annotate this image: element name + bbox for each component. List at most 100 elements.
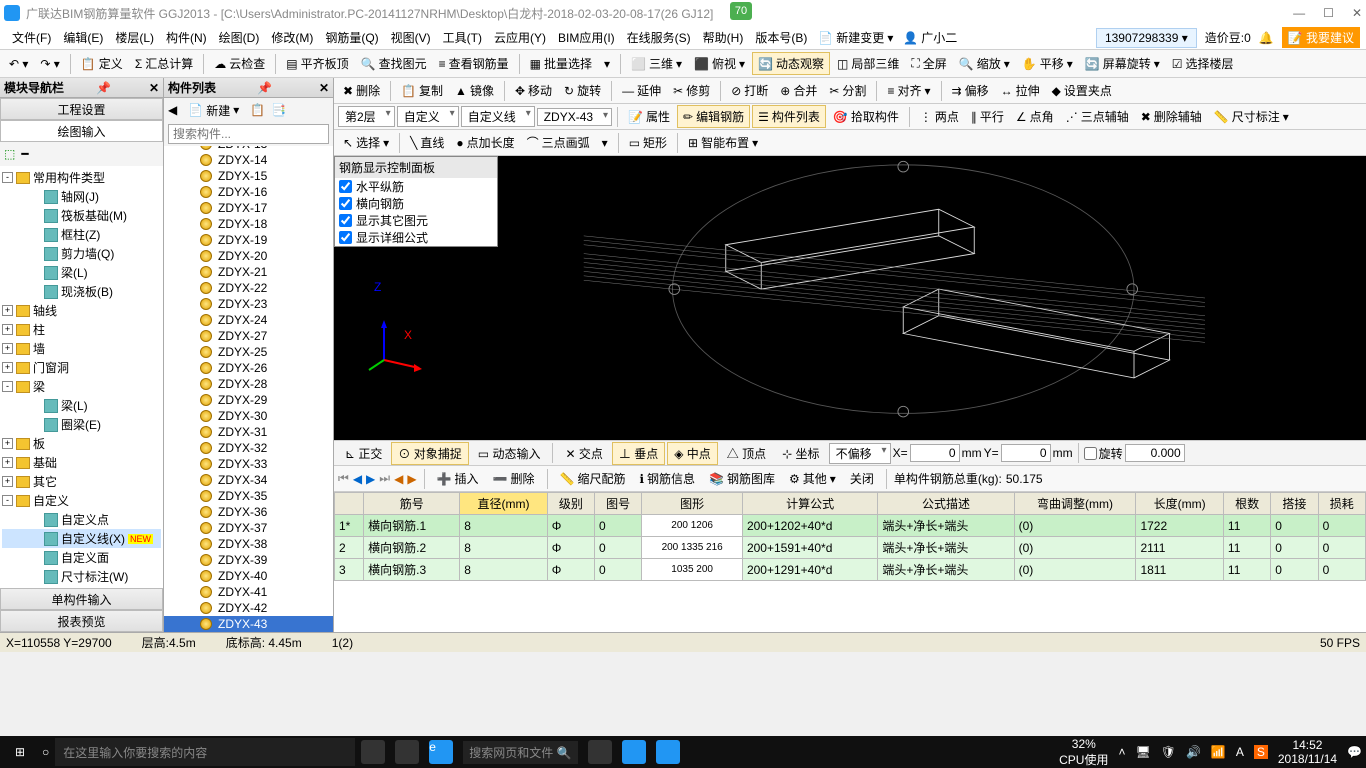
undo-button[interactable]: ↶ ▾ [4,55,33,73]
component-item[interactable]: ZDYX-26 [164,360,333,376]
osnap-toggle[interactable]: ⊙ 对象捕捉 [391,442,468,465]
x-offset-input[interactable] [910,444,960,462]
table-header[interactable]: 筋号 [364,493,460,515]
extend-button[interactable]: — 延伸 [617,80,666,101]
tray-ime-s[interactable]: S [1254,745,1268,759]
split-button[interactable]: ✂ 分割 [824,80,871,101]
tree-item[interactable]: 轴网(J) [2,187,161,206]
grip-button[interactable]: ◆ 设置夹点 [1047,80,1117,101]
menu-item[interactable]: 构件(N) [160,29,213,46]
select-button[interactable]: ↖ 选择 ▾ [338,132,394,153]
taskbar-app-4[interactable] [588,740,612,764]
mid-snap[interactable]: ◈ 中点 [667,442,718,465]
more-draw[interactable]: ▾ [597,134,613,152]
tray-up-icon[interactable]: ˄ [1118,745,1125,759]
tree-item[interactable]: 自定义线(X)NEW [2,529,161,548]
rebar-lib-button[interactable]: 📚 钢筋图库 [704,468,780,489]
floor-dropdown[interactable]: 第2层 [338,106,395,127]
table-header[interactable]: 计算公式 [742,493,877,515]
menu-item[interactable]: 视图(V) [385,29,437,46]
coord-snap[interactable]: ⊹ 坐标 [775,442,826,465]
component-item[interactable]: ZDYX-28 [164,376,333,392]
table-header[interactable]: 弯曲调整(mm) [1014,493,1136,515]
nav-tool-1[interactable]: ⬚ [4,147,15,161]
tray-shield-icon[interactable]: 🛡 [1161,745,1176,759]
component-item[interactable]: ZDYX-17 [164,200,333,216]
taskbar-app-3[interactable]: e [429,740,453,764]
3d-button[interactable]: ⬜ 三维 ▾ [626,53,687,74]
tree-item[interactable]: 剪力墙(Q) [2,244,161,263]
zoom-button[interactable]: 🔍 缩放 ▾ [954,53,1015,74]
menu-item[interactable]: 在线服务(S) [621,29,697,46]
dim-button[interactable]: 📏 尺寸标注 ▾ [1209,106,1294,127]
menu-item[interactable]: 工具(T) [437,29,488,46]
new-change-button[interactable]: 📄 新建变更 ▾ [813,27,898,48]
pt-len-button[interactable]: ● 点加长度 [451,132,519,153]
vert-snap[interactable]: △ 顶点 [720,442,773,465]
menu-item[interactable]: 修改(M) [265,29,319,46]
component-item[interactable]: ZDYX-38 [164,536,333,552]
menu-item[interactable]: 绘图(D) [213,29,266,46]
taskbar-app-6[interactable] [656,740,680,764]
tray-network-icon[interactable]: 📶 [1211,745,1226,759]
mirror-button[interactable]: ▲ 镜像 [450,80,499,101]
flat-top-button[interactable]: ▤ 平齐板顶 [281,53,353,74]
component-item[interactable]: ZDYX-15 [164,168,333,184]
merge-button[interactable]: ⊕ 合并 [775,80,822,101]
component-item[interactable]: ZDYX-25 [164,344,333,360]
move-button[interactable]: ✥ 移动 [510,80,557,101]
close-button[interactable]: ✕ [1352,6,1362,20]
tree-item[interactable]: +板 [2,434,161,453]
nav-next2-icon[interactable]: ▶ [407,472,416,486]
table-row[interactable]: 2横向钢筋.28Φ0200 1335 216200+1591+40*d端头+净长… [335,537,1366,559]
sum-calc-button[interactable]: Σ 汇总计算 [130,53,198,74]
tree-item[interactable]: +基础 [2,453,161,472]
component-item[interactable]: ZDYX-40 [164,568,333,584]
bell-icon[interactable]: 🔔 [1259,31,1274,45]
taskbar-app-2[interactable] [395,740,419,764]
back-icon[interactable]: ◀ [168,103,177,117]
cortana-icon[interactable]: ○ [42,745,49,759]
table-header[interactable]: 图形 [642,493,743,515]
table-header[interactable]: 搭接 [1271,493,1318,515]
rebar-info-button[interactable]: ℹ 钢筋信息 [634,468,700,489]
component-item[interactable]: ZDYX-42 [164,600,333,616]
align-button[interactable]: ≡ 对齐 ▾ [882,80,935,101]
other-button[interactable]: ⚙ 其他 ▾ [784,468,841,489]
component-item[interactable]: ZDYX-16 [164,184,333,200]
nav-close-button[interactable]: ✕ [149,81,159,95]
sel-floor-button[interactable]: ☑ 选择楼层 [1167,53,1239,74]
dynamic-view-button[interactable]: 🔄 动态观察 [752,52,830,75]
insert-row-button[interactable]: ➕ 插入 [432,468,484,489]
pick-comp-button[interactable]: 🎯 拾取构件 [828,106,904,127]
del-aux-button[interactable]: ✖ 删除辅轴 [1136,106,1207,127]
three-aux-button[interactable]: ⋰ 三点辅轴 [1061,106,1134,127]
parallel-button[interactable]: ∥ 平行 [966,106,1009,127]
delete-row-button[interactable]: ➖ 删除 [488,468,540,489]
component-item[interactable]: ZDYX-22 [164,280,333,296]
menu-item[interactable]: 楼层(L) [109,29,160,46]
cloud-check-button[interactable]: ☁ 云检查 [209,53,270,74]
component-item[interactable]: ZDYX-34 [164,472,333,488]
component-item[interactable]: ZDYX-19 [164,232,333,248]
copy-button[interactable]: 📋 复制 [396,80,448,101]
tree-item[interactable]: 框柱(Z) [2,225,161,244]
clock[interactable]: 14:522018/11/14 [1278,738,1337,766]
pt-angle-button[interactable]: ∠ 点角 [1011,106,1059,127]
nav-next-icon[interactable]: ▶ [366,472,375,486]
comp-close-button[interactable]: ✕ [319,81,329,95]
tree-item[interactable]: 梁(L) [2,263,161,282]
nav-tool-2[interactable]: ━ [21,147,28,161]
comp-list-button[interactable]: ☰ 构件列表 [752,105,826,128]
line-button[interactable]: ╲ 直线 [405,132,449,153]
component-item[interactable]: ZDYX-36 [164,504,333,520]
component-item[interactable]: ZDYX-21 [164,264,333,280]
component-item[interactable]: ZDYX-39 [164,552,333,568]
two-pt-button[interactable]: ⋮ 两点 [915,106,964,127]
pin-icon[interactable]: 📌 [96,81,111,95]
phone-display[interactable]: 13907298339 ▾ [1096,28,1197,48]
menu-item[interactable]: 帮助(H) [697,29,750,46]
notification-icon[interactable]: 💬 [1347,745,1362,759]
tree-item[interactable]: 圈梁(E) [2,415,161,434]
taskbar-search[interactable]: 在这里输入你要搜索的内容 [55,738,355,766]
